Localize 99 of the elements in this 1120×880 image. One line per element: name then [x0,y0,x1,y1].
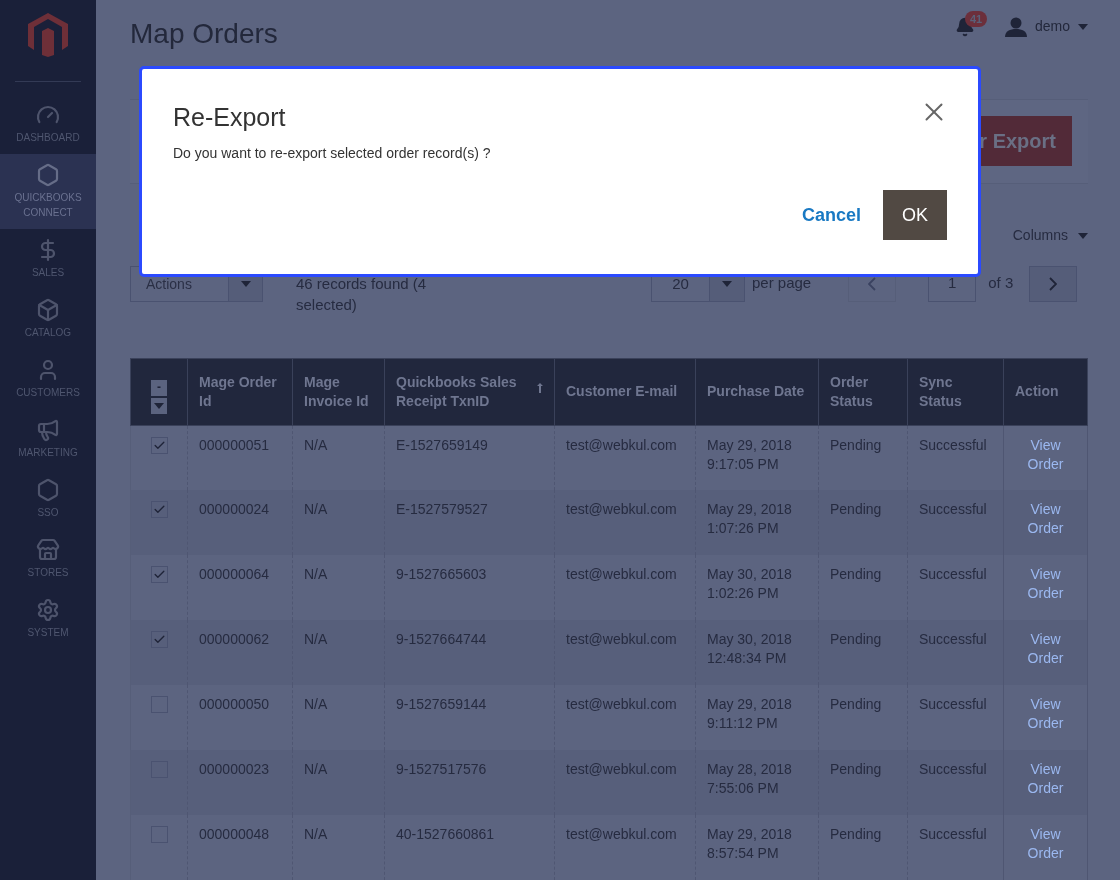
table-cell: Successful [919,761,987,777]
view-order-link[interactable]: View Order [1015,565,1076,603]
check-icon [153,503,166,516]
view-order-link[interactable]: View Order [1015,435,1076,474]
table-cell: 000000064 [199,566,270,582]
user-icon [1004,16,1027,37]
megaphone-icon [36,418,60,442]
next-page-button[interactable] [1029,265,1078,302]
logo-icon [28,13,68,57]
user-name[interactable]: demo [1034,16,1070,38]
hexagon-icon [36,163,60,187]
table-cell: 000000062 [199,631,270,647]
view-order-link[interactable]: View Order [1015,825,1076,863]
table-cell: Successful [919,631,987,647]
row-checkbox[interactable] [151,631,168,648]
view-order-link[interactable]: View Order [1015,500,1076,538]
table-cell: 000000048 [199,826,270,842]
table-cell: Pending [830,436,882,453]
table-cell: N/A [304,436,328,453]
table-cell: Successful [919,501,987,517]
table-cell: Pending [830,696,882,712]
check-icon [153,568,166,581]
page-total: of 3 [988,273,1014,294]
view-order-link[interactable]: View Order [1015,760,1076,798]
column-header[interactable]: Action [1003,358,1088,425]
table-cell: test@webkul.com [566,436,677,453]
hexagon-icon [36,478,60,502]
table-cell: test@webkul.com [566,631,677,647]
dialog-message: Do you want to re-export selected order record(s) ? [173,144,492,163]
column-header[interactable]: Purchase Date [695,358,819,425]
table-cell: May 29, 2018 8:57:54 PM [707,826,792,861]
table-cell: E-1527579527 [396,501,488,517]
caret-icon [722,280,732,287]
columns-dropdown[interactable]: Columns [1012,225,1088,246]
table-cell: May 29, 2018 1:07:26 PM [707,501,792,536]
table-cell: Pending [830,826,882,842]
row-checkbox[interactable] [151,566,168,583]
column-header[interactable]: Quickbooks Sales Receipt TxnID [384,358,555,425]
cancel-button[interactable]: Cancel [801,201,861,229]
table-cell: N/A [304,566,328,582]
column-header[interactable]: Order Status [818,358,908,425]
check-icon [153,633,166,646]
gear-icon [36,598,60,622]
table-cell: Successful [919,696,987,712]
per-page-label: per page [752,273,812,294]
table-cell: Successful [919,826,987,842]
notification-badge: 41 [964,10,988,27]
table-cell: E-1527659149 [396,436,488,453]
table-cell: 000000023 [199,761,270,777]
table-cell: Successful [919,566,987,582]
table-cell: 9-1527665603 [396,566,487,582]
page-title: Map Orders [130,16,278,51]
box-icon [36,298,60,322]
table-cell: 000000051 [199,436,270,453]
table-cell: May 30, 2018 1:02:26 PM [707,566,792,601]
ok-button[interactable]: OK [883,190,947,240]
column-header[interactable]: Mage Invoice Id [292,358,385,425]
caret-icon [1078,23,1088,30]
caret-icon [1078,232,1088,239]
table-cell: test@webkul.com [566,761,677,777]
table-cell: N/A [304,826,328,842]
row-checkbox[interactable] [151,501,168,518]
table-cell: N/A [304,501,328,517]
chevron-left-icon [868,276,877,291]
table-cell: 9-1527517576 [396,761,487,777]
table-cell: May 29, 2018 9:11:12 PM [707,696,792,731]
table-cell: 9-1527664744 [396,631,487,647]
row-checkbox[interactable] [151,436,168,454]
records-count: 46 records found (4 selected) [296,273,428,315]
table-cell: 40-1527660861 [396,826,495,842]
table-cell: Successful [919,436,987,453]
table-cell: test@webkul.com [566,566,677,582]
caret-icon [154,402,164,409]
table-cell: N/A [304,761,328,777]
column-header[interactable]: Customer E-mail [554,358,696,425]
table-cell: May 29, 2018 9:17:05 PM [707,436,792,472]
column-header[interactable]: Sync Status [907,358,1004,425]
table-cell: N/A [304,696,328,712]
caret-icon [240,280,251,287]
view-order-link[interactable]: View Order [1015,695,1076,733]
chevron-right-icon [1049,276,1058,291]
view-order-link[interactable]: View Order [1015,630,1076,668]
table-cell: test@webkul.com [566,696,677,712]
table-cell: test@webkul.com [566,501,677,517]
table-cell: Pending [830,501,882,517]
table-cell: May 30, 2018 12:48:34 PM [707,631,792,666]
store-icon [36,538,60,562]
column-header[interactable]: Mage Order Id [187,358,293,425]
table-cell: 9-1527659144 [396,696,487,712]
table-cell: May 28, 2018 7:55:06 PM [707,761,792,796]
table-cell: Pending [830,631,882,647]
table-cell: 000000050 [199,696,270,712]
dialog-title: Re-Export [173,102,286,133]
sidebar-item[interactable]: QUICKBOOKS CONNECT [0,154,96,229]
table-cell: 000000024 [199,501,270,517]
table-cell: test@webkul.com [566,826,677,842]
table-cell: Pending [830,566,882,582]
table-cell: Pending [830,761,882,777]
table-cell: N/A [304,631,328,647]
